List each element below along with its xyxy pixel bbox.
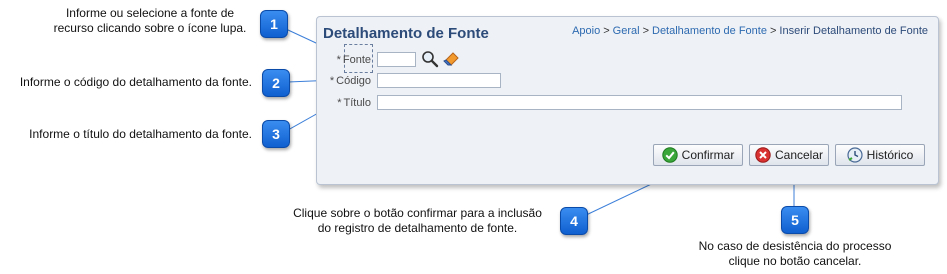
search-icon[interactable] bbox=[421, 50, 439, 71]
breadcrumb-apoio[interactable]: Apoio bbox=[572, 25, 600, 37]
confirmar-label: Confirmar bbox=[681, 148, 735, 162]
step-badge-4: 4 bbox=[560, 207, 588, 235]
check-icon bbox=[661, 147, 678, 163]
step-badge-1: 1 bbox=[260, 10, 288, 38]
breadcrumb-detalhamento[interactable]: Detalhamento de Fonte bbox=[652, 25, 767, 37]
required-mark: * bbox=[337, 97, 342, 109]
required-mark: * bbox=[329, 75, 335, 87]
cancelar-label: Cancelar bbox=[774, 148, 824, 162]
codigo-input[interactable] bbox=[377, 73, 501, 88]
confirmar-button[interactable]: Confirmar bbox=[653, 144, 743, 166]
historico-label: Histórico bbox=[866, 148, 914, 162]
codigo-label: * Código bbox=[319, 75, 371, 87]
cancelar-button[interactable]: Cancelar bbox=[749, 144, 829, 166]
form-panel: Detalhamento de Fonte Apoio > Geral > Detalh… bbox=[316, 16, 939, 185]
clear-icon[interactable] bbox=[443, 50, 461, 71]
breadcrumb-geral[interactable]: Geral bbox=[613, 25, 640, 37]
annotation-2: Informe o código do detalhamento da font… bbox=[19, 75, 252, 89]
historico-button[interactable]: Histórico bbox=[835, 144, 925, 166]
fonte-input[interactable] bbox=[377, 52, 416, 67]
cancel-icon bbox=[755, 147, 771, 163]
annotation-5: No caso de desistência do processo cliqu… bbox=[698, 239, 892, 268]
titulo-input[interactable] bbox=[377, 95, 902, 110]
step-badge-5: 5 bbox=[781, 206, 809, 234]
annotation-3: Informe o título do detalhamento da font… bbox=[29, 127, 252, 141]
fonte-label-text: Fonte bbox=[342, 54, 371, 66]
breadcrumb-separator: > bbox=[603, 25, 610, 37]
titulo-label: * Título bbox=[319, 97, 371, 109]
codigo-label-text: Código bbox=[336, 75, 371, 87]
annotation-4: Clique sobre o botão confirmar para a in… bbox=[293, 206, 542, 235]
history-icon bbox=[847, 147, 863, 163]
breadcrumb-separator: > bbox=[769, 25, 777, 37]
titulo-label-text: Título bbox=[343, 97, 371, 109]
step-badge-3: 3 bbox=[262, 120, 290, 148]
breadcrumb-separator: > bbox=[642, 25, 649, 37]
page-title: Detalhamento de Fonte bbox=[323, 25, 489, 42]
breadcrumb-current: Inserir Detalhamento de Fonte bbox=[779, 25, 928, 37]
fonte-label: * Fonte bbox=[319, 54, 371, 66]
annotation-1: Informe ou selecione a fonte de recurso … bbox=[53, 6, 247, 35]
step-badge-2: 2 bbox=[262, 69, 290, 97]
breadcrumb: Apoio > Geral > Detalhamento de Fonte > Inseri… bbox=[572, 25, 928, 37]
required-mark: * bbox=[336, 54, 341, 66]
